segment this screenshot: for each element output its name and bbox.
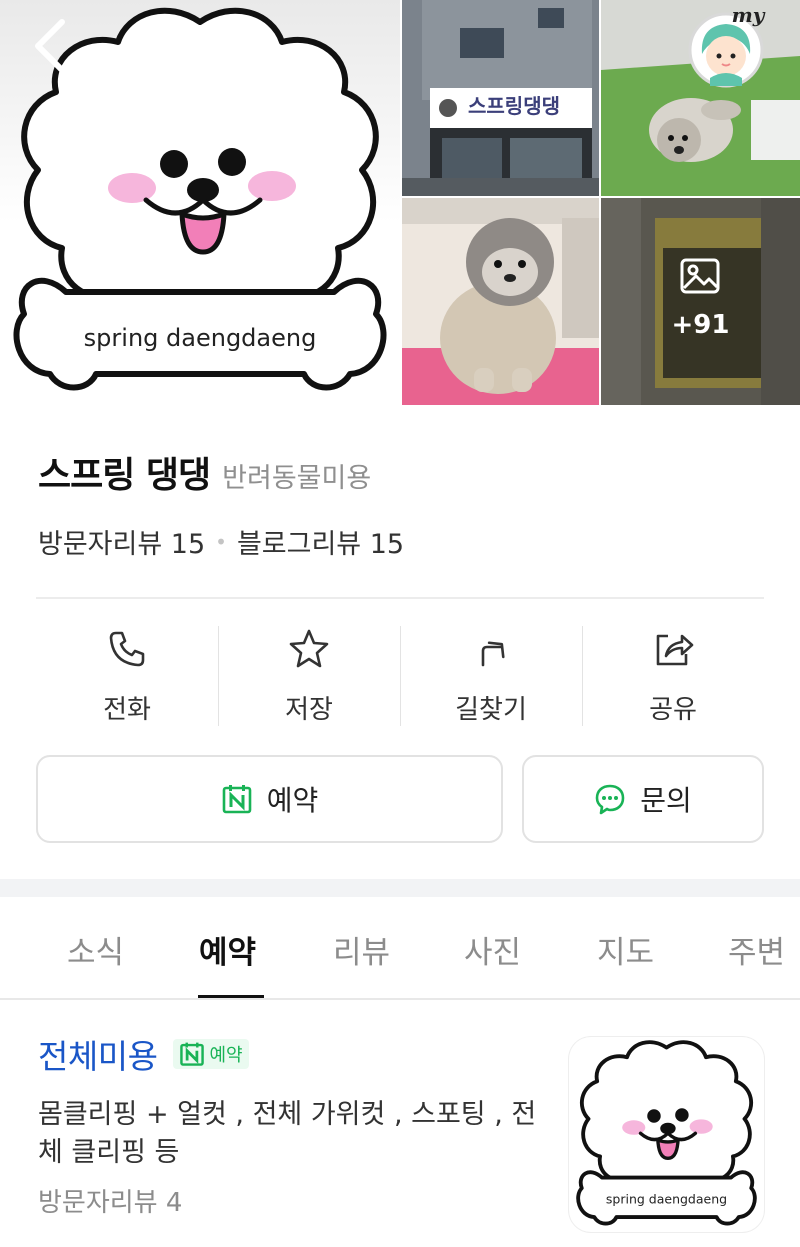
chevron-left-icon [35,19,65,73]
menu-item[interactable]: 전체미용 예약 몸클리핑 + 얼컷 , 전체 가위컷 , 스포팅 , 전체 클리… [38,1030,538,1219]
photo-dog-sitting[interactable] [402,198,599,405]
tab-photos[interactable]: 사진 [464,927,521,972]
blog-reviews-link[interactable]: 블로그리뷰 15 [237,522,404,561]
tab-map[interactable]: 지도 [597,927,654,972]
image-icon [680,256,720,296]
my-profile-button[interactable]: my [686,3,770,88]
share-button[interactable]: 공유 [582,626,764,726]
directions-label: 길찾기 [455,695,527,725]
place-title-row: 스프링 댕댕 반려동물미용 [38,446,371,498]
action-bar: 전화 저장 길찾기 공유 [36,626,764,726]
menu-item-thumbnail[interactable]: spring daengdaeng [569,1037,764,1232]
tab-booking[interactable]: 예약 [199,927,256,972]
booking-label: 예약 [266,784,319,817]
booking-button[interactable]: 예약 [36,755,503,843]
save-label: 저장 [285,695,333,725]
photo-gallery: spring daengdaeng 스프링댕댕 +91 my [0,0,800,405]
save-button[interactable]: 저장 [218,626,400,726]
chat-icon [594,783,626,815]
more-photos-count: +91 [671,310,730,340]
review-summary: 방문자리뷰 15 • 블로그리뷰 15 [38,522,404,561]
tab-bar: 소식 예약 리뷰 사진 지도 주변 [0,897,800,1000]
phone-icon [107,626,147,671]
more-photos-overlay: +91 [601,198,800,405]
separator-dot: • [215,529,227,554]
place-category: 반려동물미용 [222,463,372,494]
naver-booking-badge-icon [180,1042,205,1066]
place-name: 스프링 댕댕 [38,455,211,496]
menu-item-title-row: 전체미용 예약 [38,1030,538,1078]
share-label: 공유 [649,695,697,725]
call-label: 전화 [103,695,151,725]
star-icon [288,626,330,671]
my-label: my [732,4,766,27]
menu-item-title[interactable]: 전체미용 [38,1030,158,1078]
logo-text: spring daengdaeng [84,324,317,352]
directions-icon [471,626,511,671]
inquiry-label: 문의 [640,784,692,817]
photo-shop-front[interactable]: 스프링댕댕 [402,0,599,196]
active-tab-indicator [198,995,264,998]
booking-badge: 예약 [173,1039,249,1069]
thumb-logo-text: spring daengdaeng [606,1192,727,1207]
inquiry-button[interactable]: 문의 [522,755,764,843]
tab-reviews[interactable]: 리뷰 [333,927,390,972]
photo-more[interactable]: +91 [601,198,800,405]
share-icon [652,626,694,671]
naver-booking-icon [221,783,253,815]
tab-nearby[interactable]: 주변 [728,927,785,972]
tab-news[interactable]: 소식 [67,927,124,972]
call-button[interactable]: 전화 [36,626,218,726]
back-button[interactable] [26,18,76,74]
directions-button[interactable]: 길찾기 [400,626,582,726]
booking-badge-label: 예약 [209,1045,243,1066]
section-separator [0,879,800,897]
visitor-reviews-link[interactable]: 방문자리뷰 15 [38,522,205,561]
menu-item-description: 몸클리핑 + 얼컷 , 전체 가위컷 , 스포팅 , 전체 클리핑 등 [38,1099,537,1168]
avatar-icon: my [688,3,766,88]
divider [36,597,764,599]
menu-item-reviews: 방문자리뷰 4 [38,1188,183,1218]
shop-sign-text: 스프링댕댕 [468,94,560,118]
